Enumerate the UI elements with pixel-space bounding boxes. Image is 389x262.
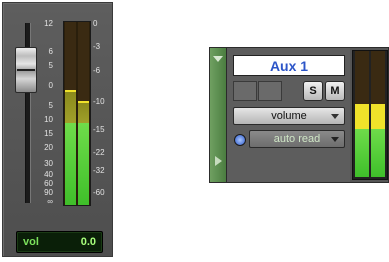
aux-meter-yellow-segment [355,103,369,130]
record-enable-button[interactable] [233,81,257,101]
track-color-bar [210,48,227,182]
volume-readout[interactable]: vol 0.0 [16,231,103,253]
fader-scale-label: 5 [48,101,53,110]
track-name-field[interactable]: Aux 1 [233,55,345,76]
aux-level-meter [352,50,388,180]
fader-scale-label: ∞ [47,197,53,206]
meter-scale-label: -15 [93,125,105,134]
level-meter [63,21,91,206]
aux-track-strip: Aux 1 S M volume auto read [209,47,389,183]
meter-green-segment [78,122,89,205]
track-controls-panel: Aux 1 S M volume auto read [227,48,350,182]
solo-button[interactable]: S [303,81,323,101]
aux-meter-green-segment [355,129,369,177]
fader-scale-label: 12 [44,19,53,28]
track-view-selector[interactable]: volume [233,107,345,125]
peak-hold-indicator [78,100,89,103]
fader-scale-label: 90 [44,188,53,197]
meter-scale-label: -6 [93,66,101,75]
aux-meter-yellow-segment [371,103,385,130]
volume-fader-handle[interactable] [15,47,37,93]
meter-yellow-segment [78,102,89,123]
track-view-value: volume [271,110,307,122]
meter-scale-label: -22 [93,148,105,157]
fader-scale-label: 40 [44,170,53,179]
channel-fader-strip: 12 6 5 0 5 10 15 20 30 40 60 90 ∞ 0 -3 -… [2,2,113,257]
aux-meter-channel-right [371,51,385,177]
aux-meter-channel-left [355,51,369,177]
aux-meter-green-segment [371,129,385,177]
fader-scale-label: 60 [44,179,53,188]
track-options-arrow-icon[interactable] [213,56,223,62]
meter-green-segment [65,122,76,205]
dropdown-arrow-icon [331,114,339,119]
volume-label: vol [23,236,39,248]
fader-scale-label: 15 [44,129,53,138]
automation-indicator-icon[interactable] [234,134,246,146]
meter-scale-label: 0 [93,19,98,28]
meter-scale-label: -3 [93,42,101,51]
meter-channel-right [78,22,89,205]
peak-hold-indicator [65,89,76,92]
mute-button[interactable]: M [325,81,345,101]
automation-mode-selector[interactable]: auto read [249,130,345,148]
meter-scale-label: -60 [93,188,105,197]
fader-scale-label: 10 [44,115,53,124]
fader-scale-label: 30 [44,159,53,168]
meter-yellow-segment [65,91,76,123]
automation-mode-value: auto read [273,133,321,145]
meter-channel-left [65,22,76,205]
expand-arrow-icon[interactable] [215,156,222,166]
meter-scale-label: -32 [93,166,105,175]
volume-value[interactable]: 0.0 [81,236,96,248]
meter-scale-label: -10 [93,97,105,106]
input-monitor-button[interactable] [258,81,282,101]
fader-scale-label: 20 [44,143,53,152]
dropdown-arrow-icon [331,137,339,142]
